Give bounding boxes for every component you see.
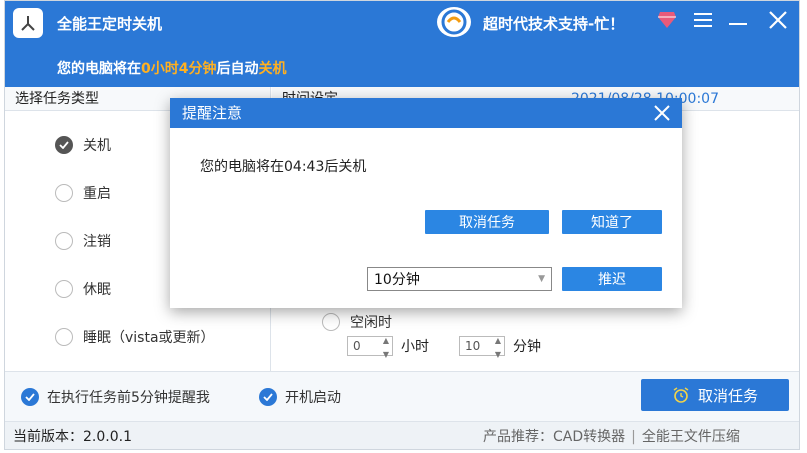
delay-select[interactable]: 10分钟 ▼ — [367, 267, 552, 291]
app-title: 全能王定时关机 — [57, 15, 163, 33]
minutes-value: 10 — [465, 339, 481, 353]
minutes-stepper[interactable]: 10 ▲ ▼ — [459, 336, 505, 359]
option-restart[interactable]: 重启 — [55, 183, 111, 203]
alarm-clock-icon — [672, 386, 690, 404]
title-bar: 全能王定时关机 超时代技术支持-忙！ 您的电脑将在0小时4分钟后自动关机 — [5, 1, 799, 87]
option-label: 关机 — [83, 138, 111, 154]
radio-icon[interactable] — [55, 184, 73, 202]
hours-stepper[interactable]: 0 ▲ ▼ — [347, 336, 393, 359]
option-idle[interactable]: 空闲时 — [322, 312, 392, 332]
snooze-button[interactable]: 推迟 — [562, 267, 662, 291]
option-label: 注销 — [83, 234, 111, 250]
countdown-status: 您的电脑将在0小时4分钟后自动关机 — [57, 58, 286, 78]
support-logo-icon[interactable] — [437, 7, 471, 37]
version-text: 当前版本：2.0.0.1 — [13, 429, 132, 445]
remind-checkbox[interactable]: 在执行任务前5分钟提醒我 — [21, 387, 210, 407]
remind-label: 在执行任务前5分钟提醒我 — [47, 390, 210, 406]
vip-gem-icon[interactable] — [657, 11, 677, 29]
status-prefix: 您的电脑将在 — [57, 61, 141, 77]
bottom-bar: 在执行任务前5分钟提醒我 开机启动 取消任务 — [5, 371, 799, 421]
delay-select-value: 10分钟 — [374, 272, 420, 288]
autostart-checkbox[interactable]: 开机启动 — [259, 387, 341, 407]
status-mid: 后自动 — [216, 61, 259, 77]
dialog-cancel-task-button[interactable]: 取消任务 — [425, 210, 549, 234]
minimize-icon[interactable] — [728, 11, 748, 29]
stepper-arrows-icon[interactable]: ▲ ▼ — [495, 332, 501, 360]
radio-icon[interactable] — [55, 232, 73, 250]
idle-time-inputs: 0 ▲ ▼ 小时 10 ▲ ▼ 分钟 — [347, 336, 541, 359]
close-icon[interactable] — [767, 9, 789, 31]
option-logoff[interactable]: 注销 — [55, 231, 111, 251]
cancel-task-button[interactable]: 取消任务 — [641, 379, 789, 411]
reminder-dialog: 提醒注意 您的电脑将在04:43后关机 取消任务 知道了 10分钟 ▼ 推迟 — [170, 98, 682, 308]
option-label: 重启 — [83, 186, 111, 202]
option-hibernate[interactable]: 休眠 — [55, 279, 111, 299]
minutes-unit: 分钟 — [513, 339, 541, 355]
status-time: 0小时4分钟 — [141, 61, 217, 77]
check-icon[interactable] — [21, 388, 39, 406]
support-text: 超时代技术支持-忙！ — [483, 15, 625, 33]
dialog-title-bar: 提醒注意 — [170, 98, 682, 128]
radio-checked-icon[interactable] — [55, 136, 73, 154]
app-window: 全能王定时关机 超时代技术支持-忙！ 您的电脑将在0小时4分钟后自动关机 选择任… — [4, 0, 800, 450]
radio-icon[interactable] — [322, 313, 340, 331]
radio-icon[interactable] — [55, 328, 73, 346]
option-shutdown[interactable]: 关机 — [55, 135, 111, 155]
footer: 当前版本：2.0.0.1 产品推荐：CAD转换器 | 全能王文件压缩 — [5, 421, 799, 449]
product-recommend: 产品推荐：CAD转换器 | 全能王文件压缩 — [483, 422, 740, 449]
option-label: 休眠 — [83, 282, 111, 298]
option-label: 睡眠（vista或更新） — [83, 330, 215, 346]
check-icon[interactable] — [259, 388, 277, 406]
dialog-message: 您的电脑将在04:43后关机 — [200, 159, 367, 175]
link-cad-converter[interactable]: CAD转换器 — [553, 429, 625, 445]
option-sleep[interactable]: 睡眠（vista或更新） — [55, 327, 215, 347]
radio-icon[interactable] — [55, 280, 73, 298]
divider: | — [631, 429, 636, 445]
hours-value: 0 — [353, 339, 361, 353]
dialog-close-icon[interactable] — [652, 103, 672, 123]
status-action: 关机 — [258, 61, 287, 77]
link-file-compress[interactable]: 全能王文件压缩 — [642, 429, 740, 445]
dialog-ok-button[interactable]: 知道了 — [562, 210, 662, 234]
dialog-title: 提醒注意 — [182, 104, 243, 122]
hours-unit: 小时 — [401, 339, 429, 355]
idle-label: 空闲时 — [350, 315, 392, 331]
menu-icon[interactable] — [693, 11, 713, 29]
cancel-task-label: 取消任务 — [697, 386, 758, 405]
stepper-arrows-icon[interactable]: ▲ ▼ — [383, 332, 389, 360]
recommend-prefix: 产品推荐： — [483, 429, 553, 445]
autostart-label: 开机启动 — [285, 390, 341, 406]
chevron-down-icon[interactable]: ▼ — [538, 274, 545, 284]
app-logo-icon — [13, 8, 43, 38]
